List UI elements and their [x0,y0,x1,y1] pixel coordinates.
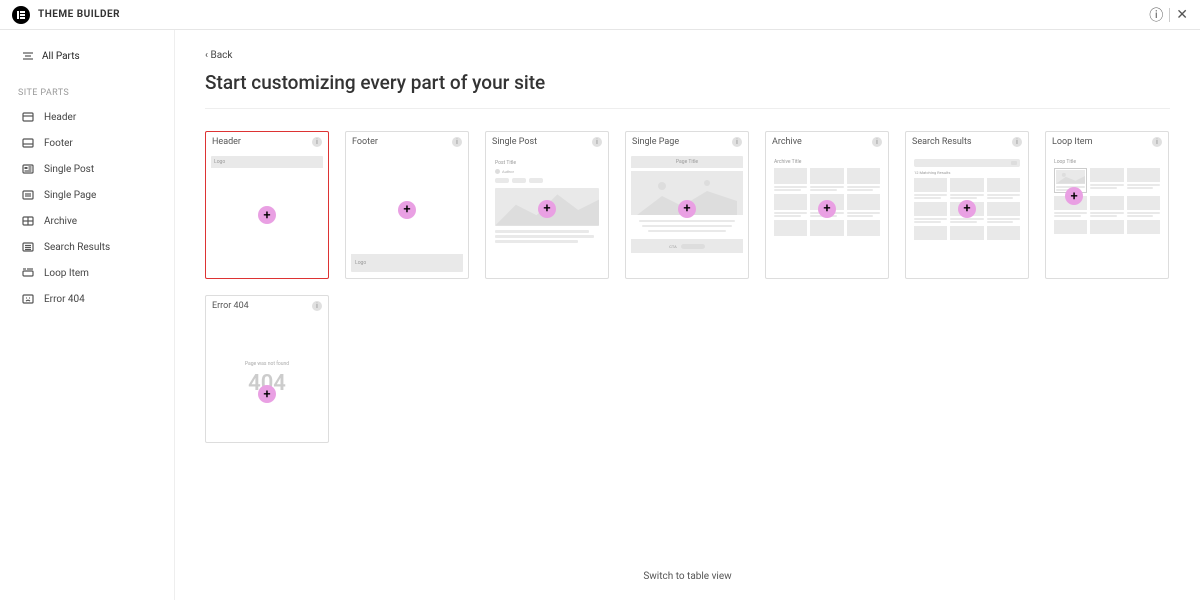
sidebar-item-label: Single Page [44,190,96,201]
plus-icon[interactable]: + [538,200,556,218]
info-icon[interactable]: i [732,137,742,147]
card-title: Search Results [912,137,972,147]
topbar-actions: ⓘ ✕ [1149,5,1188,25]
preview-cta: CTA [669,244,676,249]
card-title: Single Page [632,137,679,147]
topbar-left: THEME BUILDER [12,6,120,24]
hamburger-icon [22,50,34,62]
archive-icon [22,215,34,227]
card-title: Single Post [492,137,537,147]
sidebar-item-label: Search Results [44,242,110,253]
sidebar-item-error-404[interactable]: Error 404 [0,286,174,312]
cards-grid: Header i Logo [205,109,1170,443]
plus-icon[interactable]: + [678,200,696,218]
sidebar-item-archive[interactable]: Archive [0,208,174,234]
close-icon[interactable]: ✕ [1176,7,1188,23]
plus-icon[interactable]: + [818,200,836,218]
card-title: Footer [352,137,378,147]
preview-archive-title: Archive Title [774,159,880,165]
plus-icon[interactable]: + [1065,187,1083,205]
card-title: Archive [772,137,802,147]
sidebar-item-label: Header [44,112,76,123]
sidebar-heading: SITE PARTS [0,82,174,104]
page-title: Start customizing every part of your sit… [205,71,1170,109]
preview-author: Author [502,169,514,174]
header-icon [22,111,34,123]
preview-loop-title: Loop Title [1054,159,1160,165]
app-logo [12,6,30,24]
sidebar-item-label: Error 404 [44,294,85,305]
topbar: THEME BUILDER ⓘ ✕ [0,0,1200,30]
card-archive[interactable]: Archive i Archive Title [765,131,889,279]
sidebar-all-parts[interactable]: All Parts [0,40,174,82]
card-error-404[interactable]: Error 404 i Page was not found 404 + [205,295,329,443]
card-loop-item[interactable]: Loop Item i Loop Title [1045,131,1169,279]
sidebar-item-single-post[interactable]: Single Post [0,156,174,182]
card-header[interactable]: Header i Logo [205,131,329,279]
sidebar-all-parts-label: All Parts [42,51,80,62]
info-icon[interactable]: i [1152,137,1162,147]
back-link[interactable]: ‹ Back [205,48,1170,61]
card-single-page[interactable]: Single Page i Page Title CTA [625,131,749,279]
preview-post-title: Post Title [495,160,599,166]
info-icon[interactable]: i [312,301,322,311]
card-title: Header [212,137,241,147]
card-single-post[interactable]: Single Post i Post Title Author [485,131,609,279]
sidebar-item-search-results[interactable]: Search Results [0,234,174,260]
sidebar: All Parts SITE PARTS Header Footer Singl… [0,30,175,600]
error-404-icon [22,293,34,305]
app-title: THEME BUILDER [38,9,120,20]
sidebar-item-header[interactable]: Header [0,104,174,130]
single-page-icon [22,189,34,201]
plus-icon[interactable]: + [958,200,976,218]
search-results-icon [22,241,34,253]
preview-404-msg: Page was not found [245,361,289,367]
plus-icon[interactable]: + [258,206,276,224]
loop-item-icon [22,267,34,279]
back-label: Back [211,50,233,61]
info-icon[interactable]: i [592,137,602,147]
info-icon[interactable]: i [872,137,882,147]
plus-icon[interactable]: + [398,201,416,219]
card-title: Error 404 [212,301,249,311]
single-post-icon [22,163,34,175]
sidebar-item-label: Loop Item [44,268,89,279]
card-search-results[interactable]: Search Results i 12 Matching Results [905,131,1029,279]
help-icon[interactable]: ⓘ [1149,5,1163,25]
preview-matching-results: 12 Matching Results [914,170,1020,175]
info-icon[interactable]: i [452,137,462,147]
sidebar-item-label: Single Post [44,164,94,175]
sidebar-item-label: Archive [44,216,77,227]
main-content: ‹ Back Start customizing every part of y… [175,30,1200,600]
sidebar-item-footer[interactable]: Footer [0,130,174,156]
info-icon[interactable]: i [1012,137,1022,147]
footer-icon [22,137,34,149]
card-footer[interactable]: Footer i Logo [345,131,469,279]
sidebar-item-loop-item[interactable]: Loop Item [0,260,174,286]
switch-view-link[interactable]: Switch to table view [205,563,1170,590]
divider [1169,8,1170,22]
sidebar-item-label: Footer [44,138,73,149]
chevron-left-icon: ‹ [205,50,208,61]
card-title: Loop Item [1052,137,1092,147]
info-icon[interactable]: i [312,137,322,147]
preview-page-title: Page Title [631,156,743,168]
plus-icon[interactable]: + [258,385,276,403]
sidebar-item-single-page[interactable]: Single Page [0,182,174,208]
